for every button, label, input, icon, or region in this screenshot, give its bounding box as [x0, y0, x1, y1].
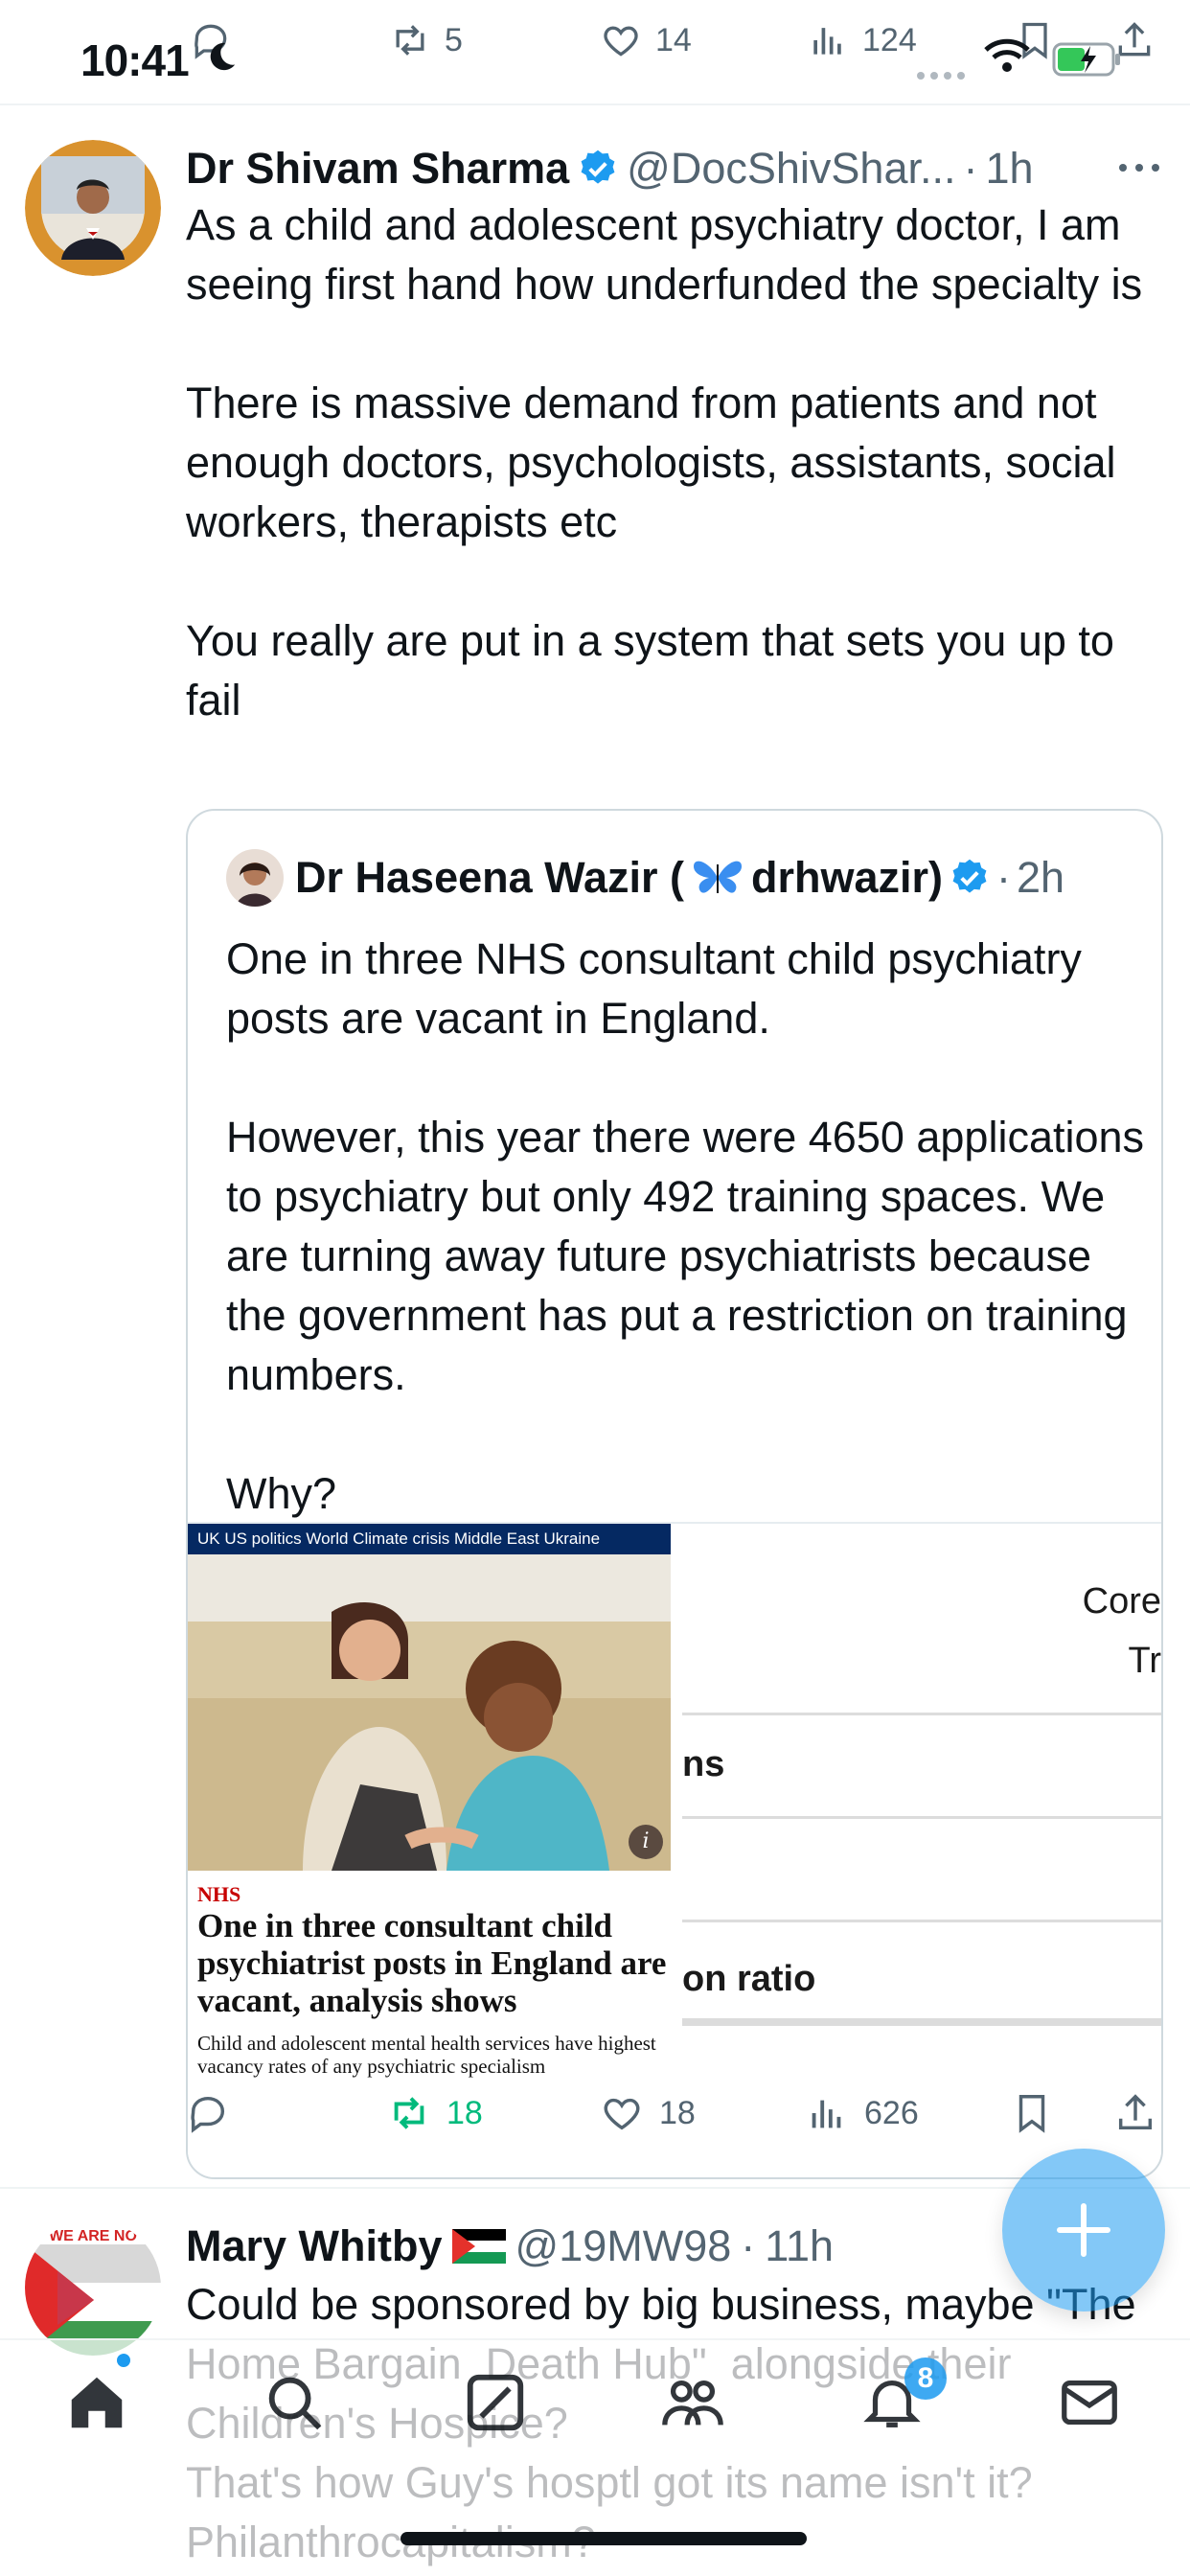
- info-icon: i: [629, 1825, 663, 1859]
- home-indicator: [400, 2532, 807, 2545]
- grok-icon: [467, 2374, 524, 2431]
- cellular-signal-icon: [917, 72, 965, 80]
- tweet-header: Dr Shivam Sharma @DocShivShar... · 1h: [186, 140, 1034, 197]
- share-icon: [1118, 2094, 1153, 2130]
- separator-dot: ·: [996, 853, 1011, 902]
- bookmark-icon: [1018, 2095, 1045, 2133]
- share-button[interactable]: [1113, 2091, 1157, 2135]
- article-nav-bar: UK US politics World Climate crisis Midd…: [188, 1524, 671, 1554]
- tweet-time[interactable]: 1h: [986, 144, 1034, 194]
- table-row: ns: [682, 1715, 1161, 1819]
- verified-badge-icon: [952, 859, 987, 893]
- tweet-text: As a child and adolescent psychiatry doc…: [186, 200, 1143, 724]
- table-row: [682, 1819, 1161, 1922]
- tweet-actions: 18 18 626: [186, 2082, 1173, 2158]
- tab-messages[interactable]: [1056, 2369, 1123, 2436]
- views-icon: [812, 2100, 841, 2128]
- reply-button[interactable]: [186, 2091, 245, 2135]
- views-button[interactable]: 626: [805, 2091, 919, 2135]
- butterfly-emoji-icon: [693, 861, 742, 893]
- like-button[interactable]: 18: [600, 2091, 696, 2135]
- tab-communities[interactable]: [659, 2369, 726, 2436]
- quoted-tweet[interactable]: Dr Haseena Wazir ( drhwazir) · 2h One in…: [186, 809, 1163, 2179]
- tab-grok[interactable]: [462, 2369, 529, 2436]
- article-headline: One in three consultant child psychiatri…: [197, 1907, 667, 2019]
- home-icon: [71, 2377, 123, 2428]
- plus-icon: [1057, 2203, 1110, 2257]
- repost-button[interactable]: 5: [389, 19, 463, 61]
- reply-author-handle[interactable]: @19MW98: [515, 2221, 732, 2271]
- quote-author-name-end[interactable]: drhwazir): [751, 853, 943, 903]
- repost-count: 5: [445, 21, 463, 58]
- status-time: 10:41: [80, 35, 190, 85]
- reply-header: Mary Whitby @19MW98 · 11h: [186, 2218, 834, 2275]
- table-cell: ns: [682, 1744, 725, 1784]
- table-row: on ratio: [682, 1922, 1161, 2026]
- battery-charging-icon: [1052, 42, 1120, 77]
- heart-icon: [604, 2098, 640, 2130]
- repost-button[interactable]: 18: [387, 2091, 483, 2135]
- quote-author-name[interactable]: Dr Haseena Wazir (: [295, 853, 684, 903]
- heart-icon: [604, 26, 638, 57]
- views-count: 124: [862, 21, 917, 58]
- more-options-icon[interactable]: [1115, 153, 1163, 182]
- reply-icon: [191, 2096, 225, 2133]
- table-cell: on ratio: [682, 1959, 816, 1999]
- avatar[interactable]: [25, 140, 161, 276]
- quote-avatar[interactable]: [226, 849, 284, 907]
- focus-moon-icon: [210, 42, 236, 71]
- views-button[interactable]: 124: [807, 19, 917, 61]
- article-photo: [188, 1554, 671, 1871]
- views-icon: [813, 28, 841, 55]
- like-count: 18: [659, 2094, 696, 2131]
- bookmark-button[interactable]: [1010, 2091, 1054, 2135]
- separator-dot: ·: [741, 2221, 756, 2270]
- quote-header: Dr Haseena Wazir ( drhwazir) · 2h: [295, 849, 1064, 907]
- unread-dot: [117, 2354, 130, 2367]
- like-button[interactable]: 14: [600, 19, 692, 61]
- quote-time[interactable]: 2h: [1017, 853, 1064, 903]
- article-standfirst: Child and adolescent mental health servi…: [197, 2032, 656, 2078]
- search-icon: [268, 2377, 322, 2430]
- reply-author-name[interactable]: Mary Whitby: [186, 2221, 443, 2271]
- reply-time[interactable]: 11h: [765, 2221, 834, 2271]
- tab-home[interactable]: [63, 2369, 130, 2436]
- palestine-flag-icon: [451, 2229, 506, 2264]
- article-kicker: NHS: [197, 1882, 241, 1906]
- wifi-icon: [984, 38, 1030, 72]
- reply-avatar-text: WE ARE NO: [49, 2228, 137, 2244]
- separator-dot: ·: [963, 144, 978, 193]
- views-count: 626: [864, 2094, 919, 2131]
- notifications-badge: 8: [904, 2358, 947, 2400]
- tab-search[interactable]: [261, 2369, 328, 2436]
- author-name[interactable]: Dr Shivam Sharma: [186, 144, 569, 194]
- status-bar: 5 14 124 10:41: [0, 0, 1190, 105]
- table-row: [682, 1524, 1161, 1715]
- compose-button[interactable]: [1002, 2149, 1165, 2312]
- communities-icon: [662, 2380, 723, 2426]
- repost-icon: [396, 25, 424, 56]
- author-handle[interactable]: @DocShivShar...: [627, 144, 955, 194]
- like-count: 14: [655, 21, 692, 58]
- repost-count: 18: [446, 2094, 483, 2131]
- mail-icon: [1062, 2380, 1117, 2426]
- quote-text: One in three NHS consultant child psychi…: [226, 934, 1145, 1518]
- reply-avatar[interactable]: WE ARE NO: [25, 2220, 161, 2356]
- repost-icon: [394, 2097, 424, 2129]
- verified-badge-icon: [581, 150, 615, 184]
